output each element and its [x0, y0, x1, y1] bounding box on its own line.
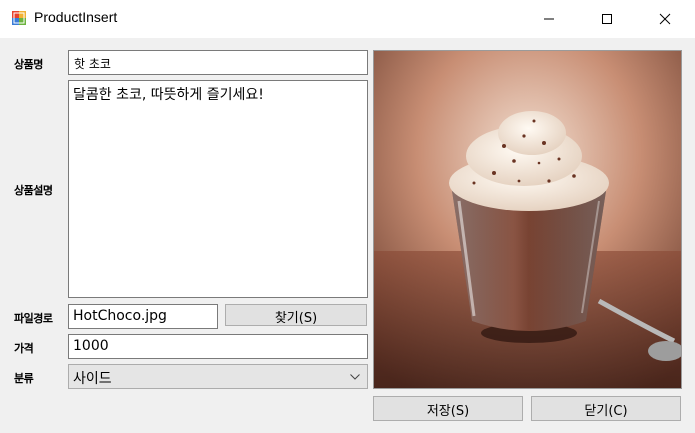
maximize-button[interactable]	[584, 0, 630, 38]
name-input[interactable]: 핫 초코	[68, 50, 368, 75]
window-title: ProductInsert	[34, 9, 118, 25]
close-button-label: 닫기(C)	[584, 404, 628, 419]
save-button[interactable]: 저장(S)	[373, 396, 523, 421]
category-label: 분류	[14, 372, 34, 385]
price-label: 가격	[14, 342, 34, 355]
close-window-button[interactable]	[642, 0, 688, 38]
chevron-down-icon	[350, 374, 360, 380]
minimize-button[interactable]	[526, 0, 572, 38]
browse-button-label: 찾기(S)	[274, 311, 318, 326]
maximize-icon	[602, 14, 612, 24]
app-icon	[11, 10, 27, 26]
price-input[interactable]: 1000	[68, 334, 368, 359]
category-selected-value: 사이드	[73, 371, 112, 387]
file-path-input[interactable]: HotChoco.jpg	[68, 304, 218, 329]
save-button-label: 저장(S)	[426, 404, 470, 419]
close-icon	[659, 13, 671, 25]
description-textarea[interactable]: 달콤한 초코, 따뜻하게 즐기세요!	[68, 80, 368, 298]
title-bar: ProductInsert	[0, 0, 695, 38]
category-select[interactable]: 사이드	[68, 364, 368, 389]
name-label: 상품명	[14, 58, 43, 71]
description-label: 상품설명	[14, 184, 53, 197]
close-button[interactable]: 닫기(C)	[531, 396, 681, 421]
product-image	[373, 50, 682, 389]
browse-button[interactable]: 찾기(S)	[225, 304, 367, 326]
file-path-label: 파일경로	[14, 312, 53, 325]
minimize-icon	[544, 18, 554, 20]
